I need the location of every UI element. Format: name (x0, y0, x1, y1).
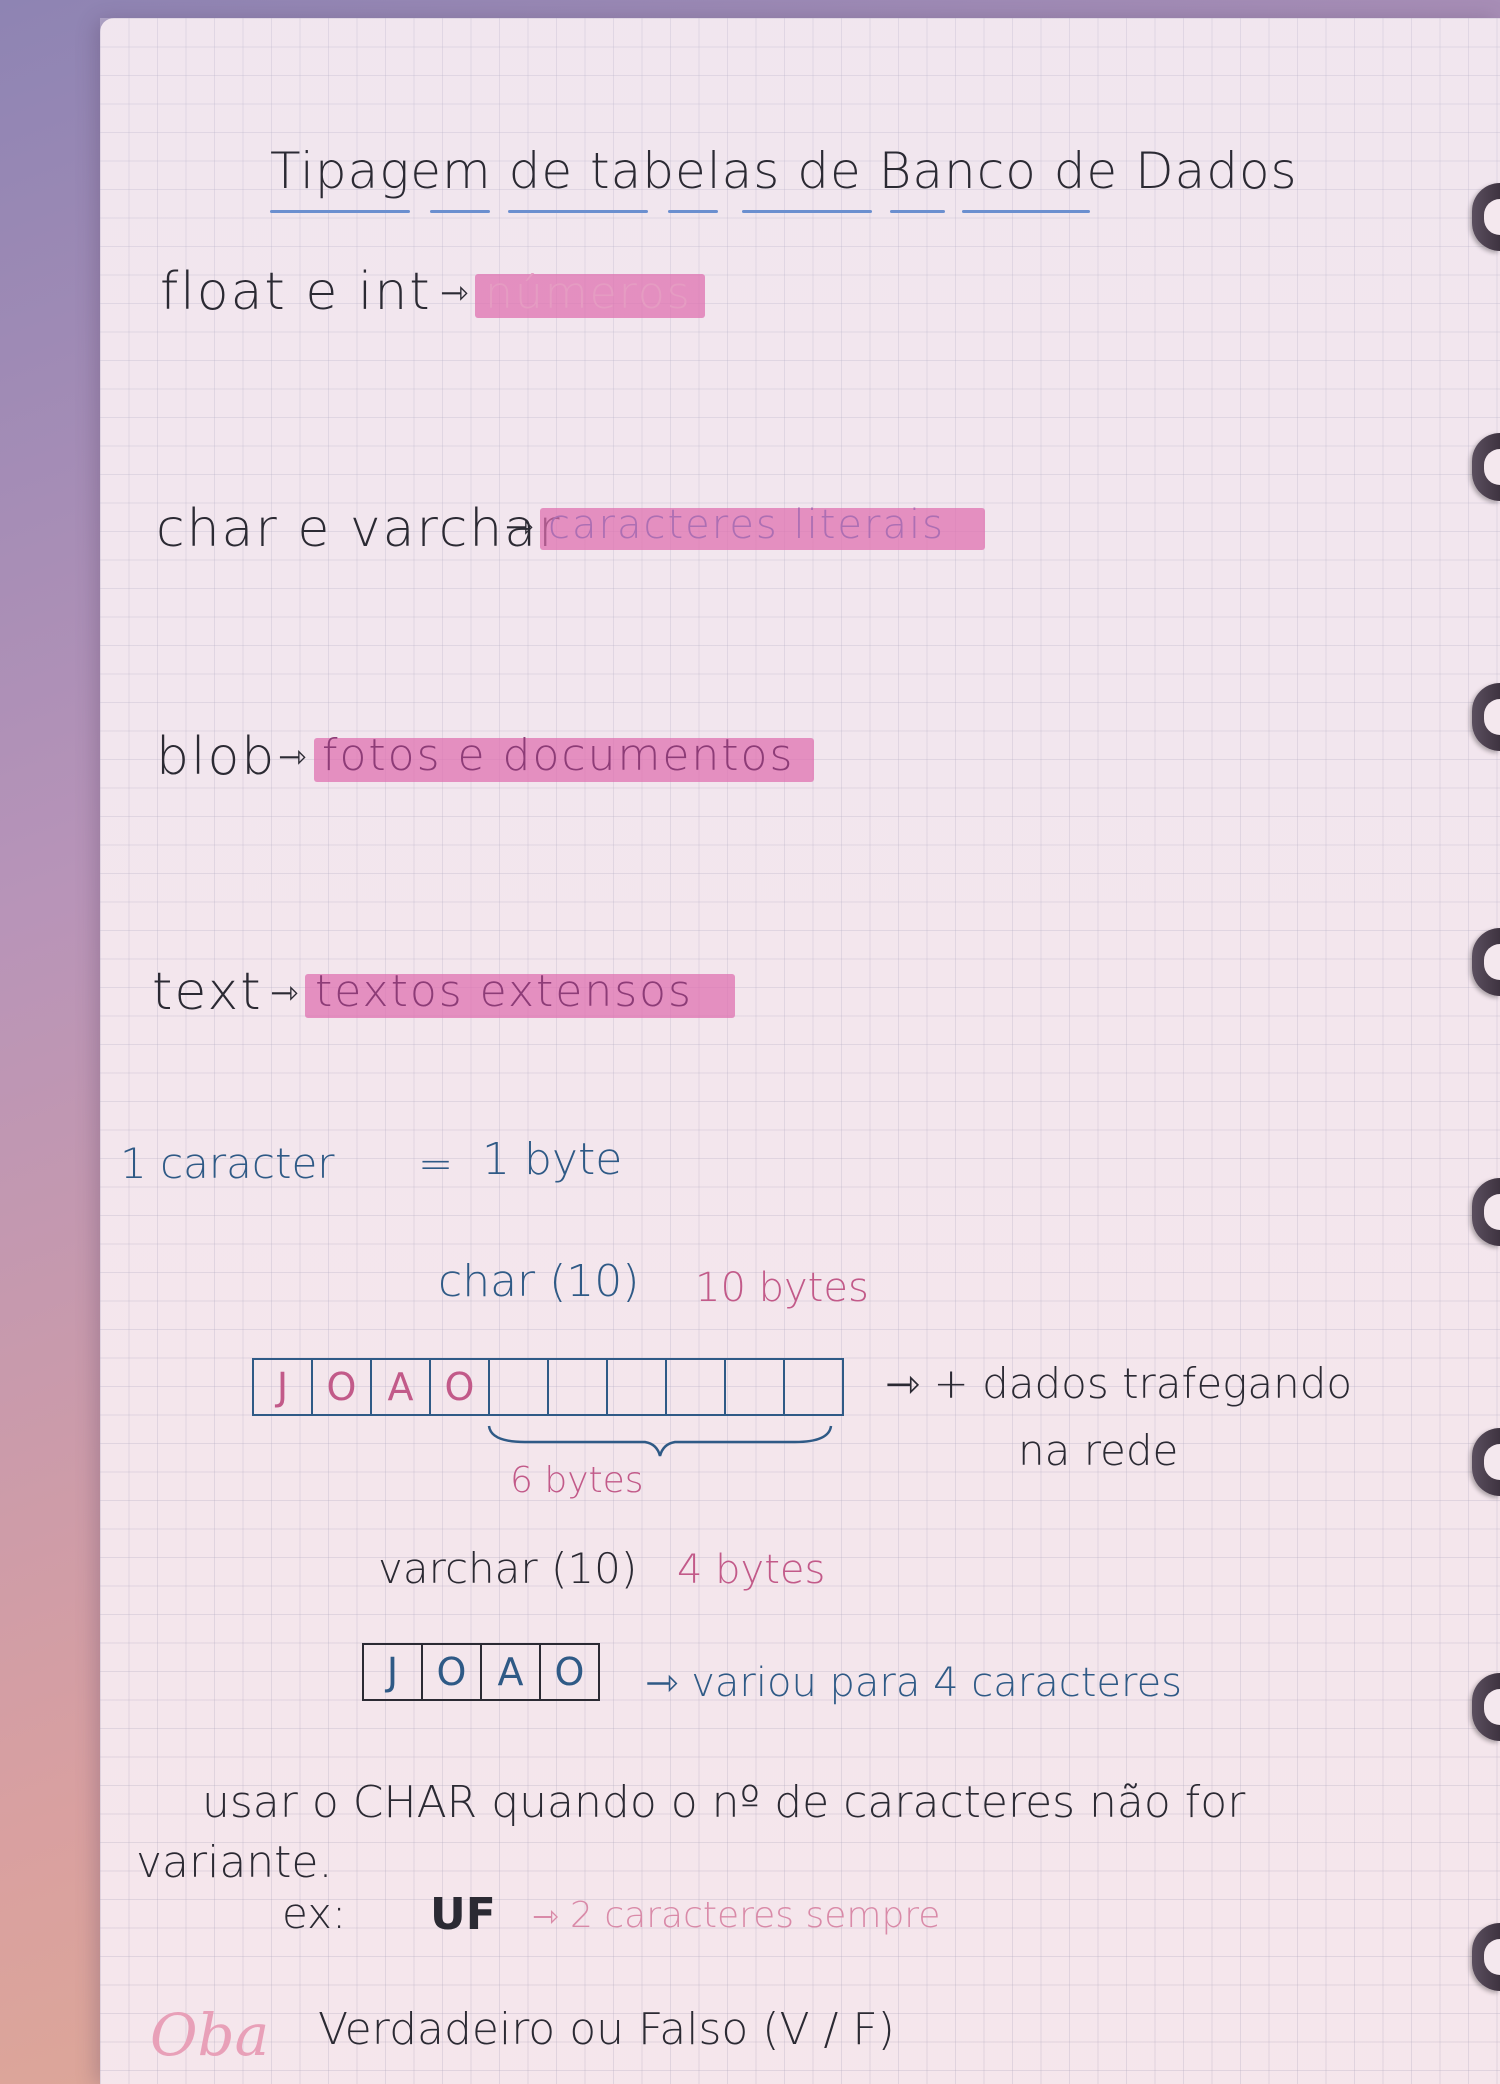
char-cell: A (372, 1360, 431, 1414)
char-size: 10 bytes (695, 1265, 869, 1311)
title-underline (668, 210, 718, 213)
varchar-size: 4 bytes (677, 1547, 826, 1593)
byte-rule-eq: = (418, 1139, 454, 1188)
char-note-line2: na rede (1018, 1426, 1179, 1475)
byte-rule-left: 1 caracter (120, 1139, 335, 1188)
char-cell (667, 1360, 726, 1414)
footer-tag: Oba (150, 2001, 270, 2069)
binder-ring (1472, 1178, 1500, 1246)
arrow-icon: ⇾ (532, 1897, 559, 1935)
char-cell (785, 1360, 842, 1414)
example-note: 2 caracteres sempre (570, 1895, 941, 1936)
arrow-icon: ⇾ (270, 973, 299, 1013)
advice-line1: usar o CHAR quando o nº de caracteres nã… (202, 1777, 1246, 1828)
varchar-cell: A (482, 1645, 541, 1699)
arrow-icon: ⇾ (505, 507, 534, 547)
example-label: ex: (282, 1889, 347, 1938)
type-meaning: caracteres literais (548, 502, 945, 548)
advice-line2: variante. (136, 1837, 333, 1888)
page-title: Tipagem de tabelas de Banco de Dados (270, 142, 1298, 200)
title-underline (270, 210, 410, 213)
binder-ring (1472, 1923, 1500, 1991)
type-meaning: fotos e documentos (322, 730, 795, 781)
varchar-cell: O (423, 1645, 482, 1699)
arrow-icon: ⇾ (278, 737, 307, 777)
binder-ring (1472, 683, 1500, 751)
type-meaning: números (485, 268, 692, 319)
varchar-cells: J O A O (362, 1643, 600, 1701)
title-underline (430, 210, 490, 213)
arrow-icon: ⇾ (440, 273, 469, 313)
char-cell (549, 1360, 608, 1414)
binder-ring (1472, 1428, 1500, 1496)
varchar-cell: J (364, 1645, 423, 1699)
example-value: UF (430, 1889, 496, 1940)
char-cell: J (254, 1360, 313, 1414)
unused-bytes-brace (487, 1425, 833, 1457)
title-underline (742, 210, 872, 213)
notebook-page: Tipagem de tabelas de Banco de Dados flo… (100, 18, 1500, 2084)
unused-bytes-label: 6 bytes (510, 1460, 644, 1501)
char-cell: O (431, 1360, 490, 1414)
title-underline (508, 210, 648, 213)
title-underline (890, 210, 945, 213)
byte-rule-right: 1 byte (482, 1134, 623, 1185)
type-name: text (152, 962, 263, 1022)
title-underline (962, 210, 1090, 213)
char-cell (490, 1360, 549, 1414)
varchar-label: varchar (10) (378, 1544, 638, 1593)
char-cells: J O A O (252, 1358, 844, 1416)
binder-ring (1472, 183, 1500, 251)
type-name: blob (156, 727, 277, 787)
binder-ring (1472, 1673, 1500, 1741)
char-cell (608, 1360, 667, 1414)
type-name: char e varchar (156, 499, 562, 559)
char-note-line1: ⇾ + dados trafegando (885, 1359, 1353, 1408)
binder-ring (1472, 928, 1500, 996)
type-meaning: textos extensos (315, 966, 693, 1017)
binder-ring (1472, 433, 1500, 501)
varchar-note: ⇾ variou para 4 caracteres (645, 1660, 1183, 1706)
type-name: float e int (160, 262, 432, 322)
varchar-cell: O (554, 1650, 585, 1694)
char-label: char (10) (438, 1256, 640, 1307)
footer-text: Verdadeiro ou Falso (V / F) (318, 2004, 895, 2055)
char-cell (726, 1360, 785, 1414)
char-cell: O (313, 1360, 372, 1414)
